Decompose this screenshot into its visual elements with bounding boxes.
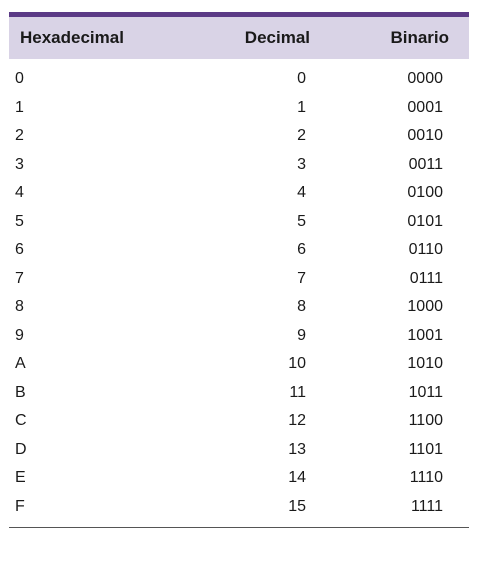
cell-binario: 1011 [408,383,443,401]
cell-decimal: 11 [289,383,306,401]
cell-binario: 0000 [407,70,443,88]
table-row: 5 5 0101 [9,208,469,237]
header-binario: Binario [390,28,449,47]
table-row: B 11 1011 [9,379,469,408]
cell-hexadecimal: F [15,497,25,515]
cell-hexadecimal: 1 [15,98,24,116]
table-row: 1 1 0001 [9,94,469,123]
cell-binario: 1010 [407,355,443,373]
table-bottom-rule [9,527,469,528]
cell-hexadecimal: D [15,440,27,458]
cell-binario: 0100 [407,184,443,202]
table-row: C 12 1100 [9,407,469,436]
table-row: 8 8 1000 [9,293,469,322]
cell-hexadecimal: 4 [15,184,24,202]
table-header: Hexadecimal Decimal Binario [9,17,469,59]
cell-binario: 1001 [407,326,443,344]
table-row: D 13 1101 [9,436,469,465]
cell-hexadecimal: 5 [15,212,24,230]
cell-decimal: 7 [297,269,306,287]
table-row: F 15 1111 [9,493,469,522]
cell-binario: 1100 [408,412,443,430]
cell-decimal: 4 [297,184,306,202]
cell-hexadecimal: B [15,383,26,401]
cell-decimal: 6 [297,241,306,259]
table-row: E 14 1110 [9,464,469,493]
table-body: 0 0 0000 1 1 0001 2 2 0010 3 3 0011 4 4 0100 5 5 0101 6 6 01… [9,59,469,521]
cell-decimal: 1 [297,98,306,116]
cell-decimal: 13 [288,440,306,458]
cell-hexadecimal: 2 [15,127,24,145]
conversion-table: Hexadecimal Decimal Binario 0 0 0000 1 1 0001… [9,12,469,528]
table-row: 9 9 1001 [9,322,469,351]
table-row: 3 3 0011 [9,151,469,180]
cell-hexadecimal: 6 [15,241,24,259]
cell-binario: 1000 [407,298,443,316]
cell-hexadecimal: 8 [15,298,24,316]
cell-decimal: 12 [288,412,306,430]
table-row: 2 2 0010 [9,122,469,151]
cell-decimal: 8 [297,298,306,316]
cell-binario: 1110 [409,469,443,487]
cell-binario: 0110 [408,241,443,259]
cell-binario: 0111 [409,269,443,287]
cell-decimal: 0 [297,70,306,88]
cell-binario: 1101 [408,440,443,458]
cell-hexadecimal: 3 [15,155,24,173]
cell-binario: 0011 [408,155,443,173]
cell-binario: 0010 [407,127,443,145]
cell-hexadecimal: A [15,355,26,373]
cell-decimal: 10 [288,355,306,373]
header-decimal: Decimal [244,28,310,47]
cell-hexadecimal: 0 [15,70,24,88]
cell-hexadecimal: 7 [15,269,24,287]
cell-decimal: 5 [297,212,306,230]
cell-binario: 0101 [407,212,443,230]
table-row: 0 0 0000 [9,65,469,94]
cell-decimal: 15 [288,497,306,515]
cell-hexadecimal: 9 [15,326,24,344]
cell-decimal: 2 [297,127,306,145]
cell-decimal: 9 [297,326,306,344]
table-row: 6 6 0110 [9,236,469,265]
table-row: A 10 1010 [9,350,469,379]
cell-decimal: 14 [288,469,306,487]
table-row: 7 7 0111 [9,265,469,294]
cell-decimal: 3 [297,155,306,173]
table-row: 4 4 0100 [9,179,469,208]
cell-binario: 1111 [410,497,443,515]
cell-binario: 0001 [407,98,443,116]
cell-hexadecimal: E [15,469,26,487]
cell-hexadecimal: C [15,412,27,430]
header-hexadecimal: Hexadecimal [20,28,124,47]
